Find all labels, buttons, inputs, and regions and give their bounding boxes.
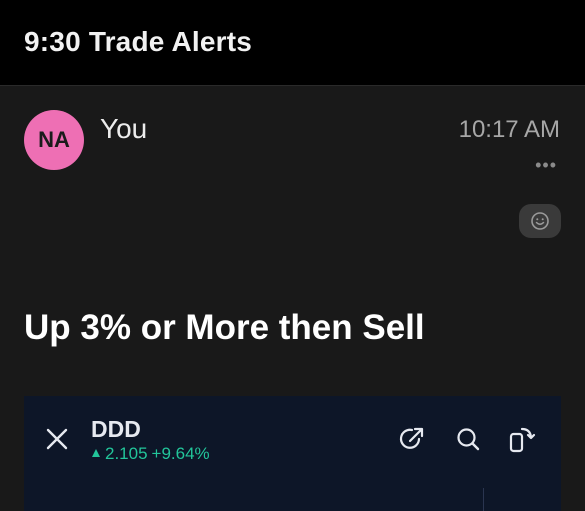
sender-name[interactable]: You <box>100 113 147 145</box>
avatar-initials: NA <box>38 127 70 152</box>
channel-header: 9:30 Trade Alerts <box>0 0 585 86</box>
more-dots-icon[interactable]: ••• <box>535 156 557 174</box>
avatar[interactable]: NA <box>24 110 84 170</box>
add-reaction-button[interactable] <box>519 204 561 238</box>
stock-quote: 2.105 +9.64% <box>91 444 210 464</box>
share-icon[interactable] <box>398 425 426 453</box>
stock-change: +9.64% <box>151 444 210 463</box>
channel-title: 9:30 Trade Alerts <box>24 26 253 57</box>
stock-price: 2.105 <box>105 444 148 463</box>
stock-ticker: DDD <box>91 416 141 442</box>
card-divider <box>483 488 484 511</box>
search-icon[interactable] <box>454 425 482 453</box>
message-time: 10:17 AM <box>458 116 560 143</box>
rotate-icon[interactable] <box>508 425 536 453</box>
up-arrow-icon <box>92 449 100 457</box>
message-text: Up 3% or More then Sell <box>24 308 425 347</box>
stock-card[interactable]: DDD 2.105 +9.64% <box>24 396 561 511</box>
close-icon[interactable] <box>44 426 70 452</box>
smiley-icon <box>531 212 549 230</box>
